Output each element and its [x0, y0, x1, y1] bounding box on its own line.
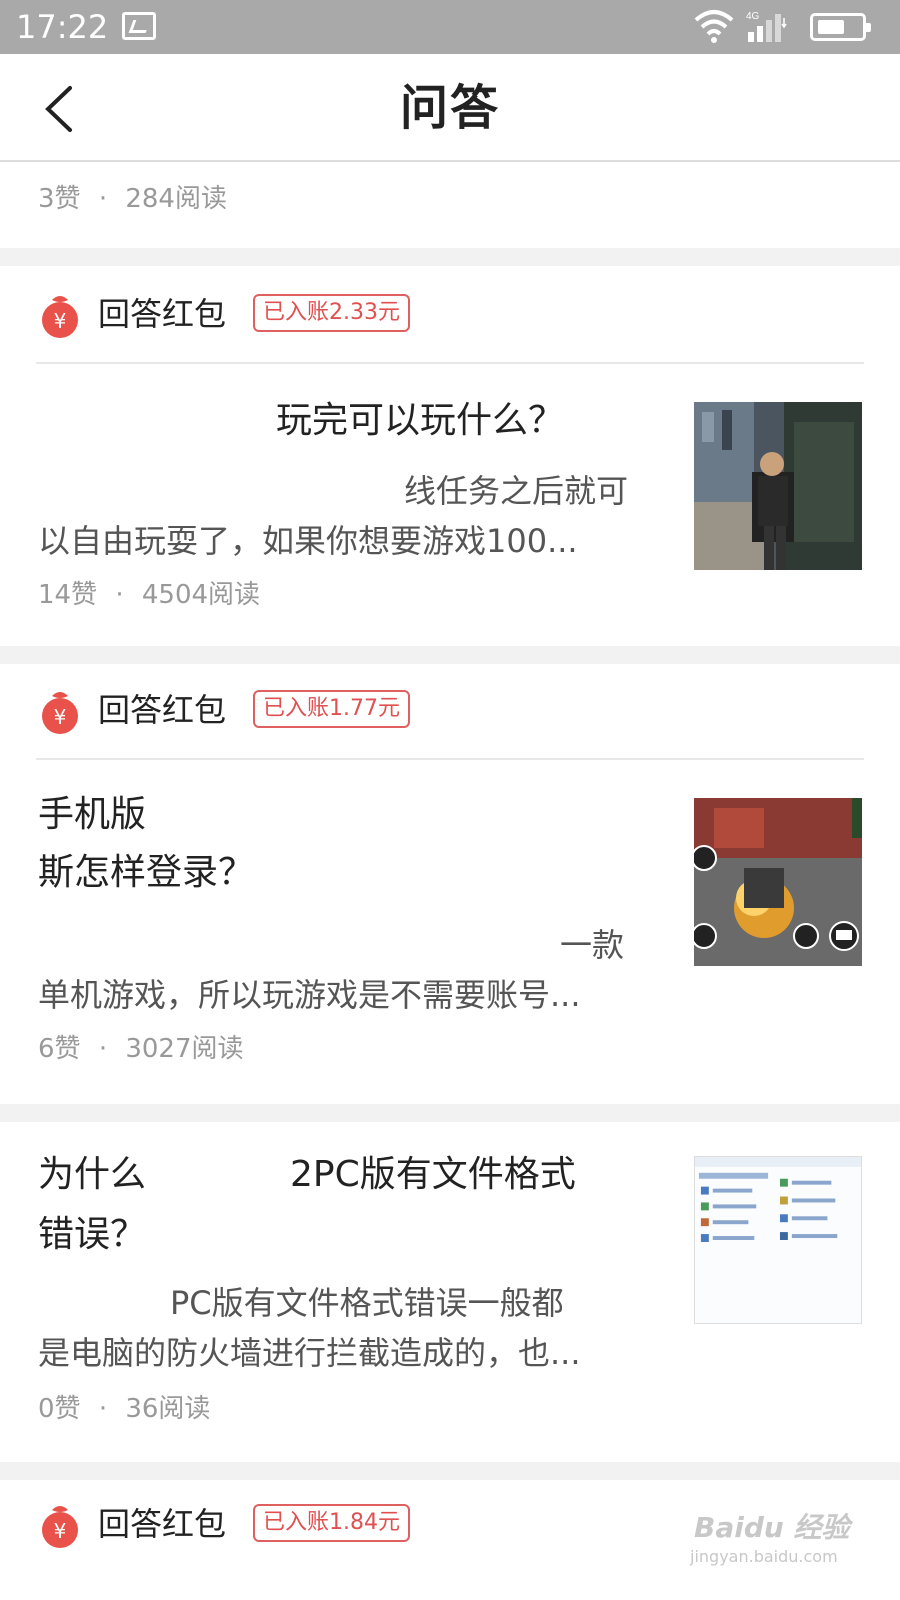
title-char-1: 问 [399, 80, 450, 136]
answer-preview-line-1: 线任务之后就可 [404, 472, 629, 510]
status-bar: 17:22 4G [0, 0, 900, 54]
red-packet-icon: ¥ [42, 1506, 78, 1548]
earned-badge: 已入账1.84元 [253, 1504, 410, 1542]
card-meta: 6赞 · 3027阅读 [38, 1032, 244, 1066]
meta-separator: · [98, 1394, 108, 1424]
network-type: 4G [746, 11, 760, 22]
answer-preview-line-2: 以自由玩耍了，如果你想要游戏100... [38, 522, 578, 560]
svg-text:¥: ¥ [54, 705, 67, 729]
control-panel-thumbnail [694, 1156, 862, 1324]
red-packet-icon: ¥ [42, 692, 78, 734]
answer-preview-line-1: PC版有文件格式错误一般都 [170, 1284, 564, 1322]
svg-text:¥: ¥ [54, 1519, 67, 1543]
title-char-2: 答 [450, 80, 501, 136]
meta-separator: · [98, 1034, 108, 1064]
question-title-line-2: 错误？ [38, 1214, 147, 1255]
red-packet-row: ¥ 回答红包 已入账2.33元 [38, 290, 458, 340]
wifi-icon [694, 10, 734, 43]
red-packet-row: ¥ 回答红包 已入账1.77元 [38, 686, 458, 736]
answer-preview-line-1: 一款 [560, 926, 625, 964]
status-time: 17:22 [16, 8, 109, 46]
question-title-line-1a: 为什么 [38, 1154, 147, 1195]
watermark-url: jingyan.baidu.com [690, 1547, 838, 1566]
page-title: 问答 [0, 78, 900, 138]
meta-separator: · [115, 580, 124, 610]
battery-icon [810, 13, 871, 41]
image-notification-icon [122, 12, 156, 40]
divider [36, 362, 864, 364]
reads-count: 284阅读 [125, 184, 227, 214]
red-packet-label: 回答红包 [98, 1505, 227, 1543]
svg-text:¥: ¥ [54, 309, 67, 333]
reads-count: 4504阅读 [141, 580, 261, 610]
answer-preview-line-2: 是电脑的防火墙进行拦截造成的，也... [38, 1334, 581, 1372]
game-street-thumbnail [694, 402, 862, 570]
question-title-line-1b: 2PC版有文件格式 [290, 1154, 576, 1195]
likes-count: 0赞 [38, 1394, 81, 1424]
red-packet-label: 回答红包 [98, 691, 227, 729]
card-meta: 14赞 · 4504阅读 [38, 578, 260, 612]
answer-card[interactable]: ¥ 回答红包 已入账2.33元 玩完可以玩什么？ 线任务之后就可 以自由玩耍了，… [0, 266, 900, 646]
red-packet-label: 回答红包 [98, 295, 227, 333]
question-title-line-1: 手机版 [38, 794, 147, 835]
red-packet-row: ¥ 回答红包 已入账1.84元 [38, 1500, 458, 1550]
answer-card[interactable]: ¥ 回答红包 已入账1.77元 手机版 斯怎样登录？ 一款 单机游戏，所以玩游戏… [0, 664, 900, 1104]
answer-preview-line-2: 单机游戏，所以玩游戏是不需要账号... [38, 976, 581, 1014]
likes-count: 14赞 [38, 580, 98, 610]
likes-count: 6赞 [38, 1034, 81, 1064]
earned-badge: 已入账2.33元 [253, 294, 410, 332]
cell-signal-icon: 4G [746, 11, 787, 42]
meta-separator: · [98, 184, 108, 214]
answer-card-partial[interactable]: 3赞 · 284阅读 [0, 162, 900, 248]
watermark-logo: Baidu 经验 [694, 1511, 850, 1544]
card-meta: 0赞 · 36阅读 [38, 1392, 210, 1426]
game-mobile-thumbnail [694, 798, 862, 966]
red-packet-icon: ¥ [42, 296, 78, 338]
reads-count: 3027阅读 [125, 1034, 244, 1064]
card-meta: 3赞 · 284阅读 [38, 182, 227, 216]
question-title-line-2: 斯怎样登录？ [38, 852, 255, 893]
divider [36, 758, 864, 760]
nav-bar: 问答 [0, 54, 900, 162]
answer-card[interactable]: 为什么 2PC版有文件格式 错误？ PC版有文件格式错误一般都 是电脑的防火墙进… [0, 1122, 900, 1462]
likes-count: 3赞 [38, 184, 81, 214]
reads-count: 36阅读 [125, 1394, 211, 1424]
question-title: 玩完可以玩什么？ [276, 400, 565, 441]
earned-badge: 已入账1.77元 [253, 690, 410, 728]
